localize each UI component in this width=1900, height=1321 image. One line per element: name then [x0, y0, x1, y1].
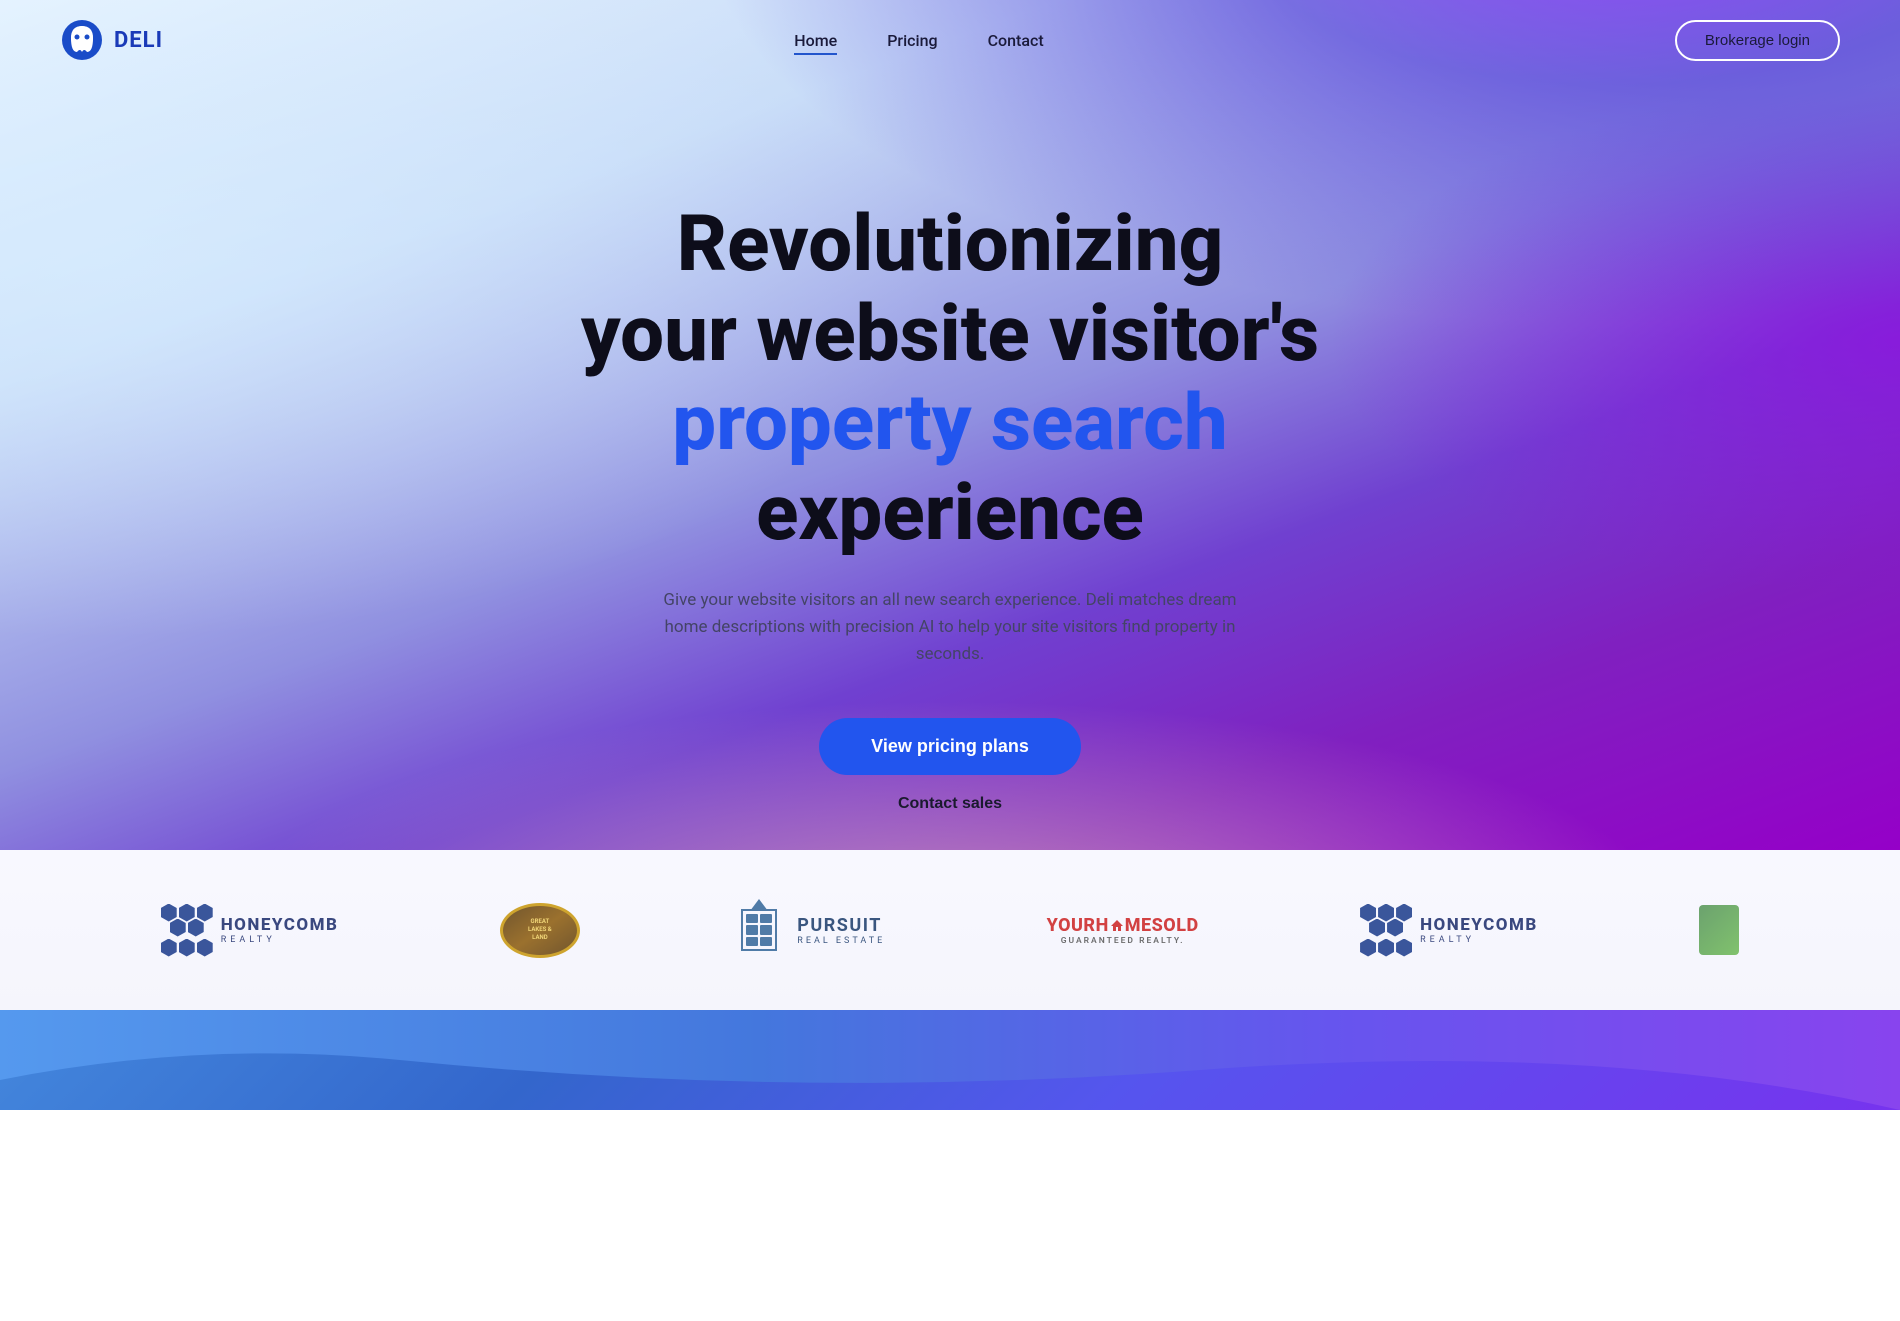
hero-title-line1: Revolutionizing	[677, 199, 1224, 290]
wave-svg	[0, 1010, 1900, 1110]
contact-sales-button[interactable]: Contact sales	[898, 795, 1002, 813]
logo-honeycomb-1: HONEYCOMB REALTY	[161, 904, 339, 957]
hero-title-highlight: property search	[672, 378, 1227, 469]
hex-row-c	[1360, 939, 1412, 957]
pursuit-name: PURSUIT	[797, 915, 885, 936]
hero-title-end-word: experience	[756, 468, 1144, 559]
honeycomb-2-name: HONEYCOMB	[1420, 915, 1538, 935]
logo-honeycomb-2: HONEYCOMB REALTY	[1360, 904, 1538, 957]
logo-text: DELi	[114, 28, 163, 53]
logos-section: HONEYCOMB REALTY GREATLAKES &LAND	[0, 850, 1900, 1010]
honeycomb-1-name: HONEYCOMB	[221, 915, 339, 935]
pursuit-building-icon	[741, 909, 777, 951]
partial-logo-shape	[1699, 905, 1739, 955]
yhs-home: H ME	[1096, 915, 1152, 936]
view-pricing-button[interactable]: View pricing plans	[819, 718, 1081, 775]
footer-wave	[0, 1010, 1900, 1110]
nav-contact-link[interactable]: Contact	[988, 31, 1044, 50]
hex-row-a	[1360, 904, 1412, 922]
pursuit-sub: REAL ESTATE	[797, 936, 885, 946]
hero-subtitle: Give your website visitors an all new se…	[650, 587, 1250, 669]
pursuit-logo: PURSUIT REAL ESTATE	[741, 909, 885, 951]
honeycomb-realty-logo-2: HONEYCOMB REALTY	[1360, 904, 1538, 957]
honeycomb-1-sub: REALTY	[221, 935, 339, 945]
hero-title-line2: your website visitor's	[581, 289, 1319, 380]
great-lakes-text: GREATLAKES &LAND	[528, 918, 552, 941]
yhs-guaranteed: GUARANTEED REALTY.	[1061, 936, 1185, 946]
yhs-sold: SOLD	[1152, 915, 1199, 936]
great-lakes-badge: GREATLAKES &LAND	[500, 903, 580, 958]
cta-group: View pricing plans Contact sales	[819, 718, 1081, 813]
logo-container: DELi	[60, 18, 163, 62]
nav-pricing[interactable]: Pricing	[887, 31, 937, 50]
brokerage-login-button[interactable]: Brokerage login	[1675, 20, 1840, 61]
logo-great-lakes: GREATLAKES &LAND	[500, 903, 580, 958]
yhs-your: YOUR	[1047, 915, 1096, 936]
logo-yourhomesold: YOUR H ME SOLD GUARANTEED REALTY.	[1047, 915, 1199, 946]
hex-row-1	[161, 904, 213, 922]
navbar: DELi Home Pricing Contact Brokerage logi…	[0, 0, 1900, 80]
honeycomb-2-sub: REALTY	[1420, 935, 1538, 945]
nav-links: Home Pricing Contact	[794, 31, 1043, 50]
deli-logo-icon	[60, 18, 104, 62]
nav-contact[interactable]: Contact	[988, 31, 1044, 50]
hero-content: Revolutionizing your website visitor's p…	[0, 80, 1900, 813]
hero-section: DELi Home Pricing Contact Brokerage logi…	[0, 0, 1900, 850]
logo-partial	[1699, 905, 1739, 955]
hex-row-2	[170, 919, 213, 937]
yourhomesold-logo: YOUR H ME SOLD	[1047, 915, 1199, 936]
nav-home[interactable]: Home	[794, 31, 837, 50]
hex-row-b	[1369, 919, 1412, 937]
nav-pricing-link[interactable]: Pricing	[887, 31, 937, 50]
nav-home-link[interactable]: Home	[794, 31, 837, 55]
honeycomb-realty-logo-1: HONEYCOMB REALTY	[161, 904, 339, 957]
logo-pursuit: PURSUIT REAL ESTATE	[741, 909, 885, 951]
home-icon	[1110, 918, 1124, 932]
hero-title: Revolutionizing your website visitor's p…	[500, 200, 1400, 559]
hex-row-3	[161, 939, 213, 957]
